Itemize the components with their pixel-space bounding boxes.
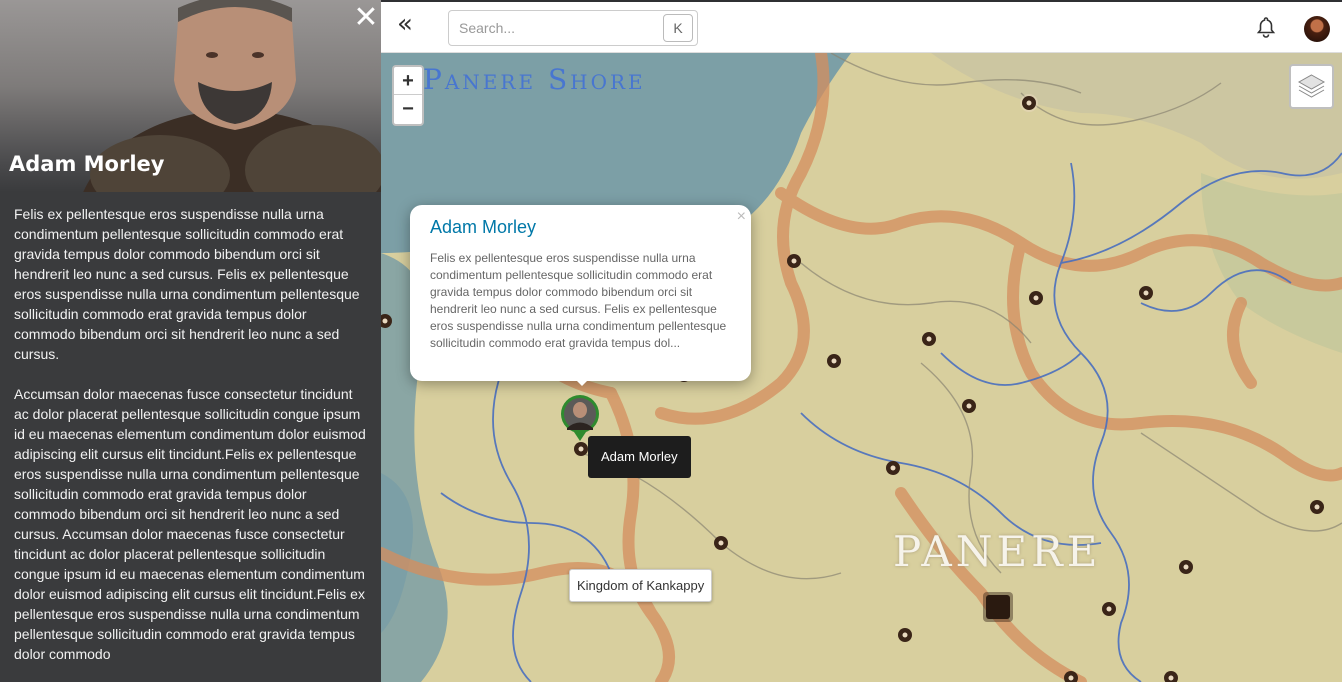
zoom-control: + − [392, 65, 424, 126]
map-popup: × Adam Morley Felis ex pellentesque eros… [410, 205, 751, 386]
search-box[interactable]: K [448, 10, 698, 46]
popup-tip [571, 375, 593, 386]
description-paragraph: Felis ex pellentesque eros suspendisse n… [14, 206, 360, 362]
zoom-out-button[interactable]: − [394, 95, 422, 123]
panel-title: Adam Morley [9, 152, 165, 176]
map-label-shore: Panere Shore [423, 63, 646, 96]
collapse-sidebar-icon[interactable]: « [397, 9, 413, 39]
map-view[interactable]: Panere Shore PANERE + − × Adam Morley Fe… [381, 53, 1342, 682]
description-paragraph: Accumsan dolor maecenas fusce consectetu… [14, 386, 366, 662]
collapse-sidebar-button[interactable]: « [397, 11, 421, 39]
user-avatar[interactable] [1304, 16, 1330, 42]
notifications-button[interactable] [1255, 16, 1277, 38]
zoom-in-button[interactable]: + [394, 67, 422, 95]
kingdom-tooltip: Kingdom of Kankappy [569, 569, 713, 602]
layers-icon [1297, 74, 1326, 98]
popup-body: Felis ex pellentesque eros suspendisse n… [430, 251, 727, 350]
popup-close-button[interactable]: × [737, 208, 746, 226]
search-input[interactable] [459, 18, 649, 38]
character-panel: ✕ Adam Morley Felis ex pellentesque eros… [0, 0, 381, 682]
close-icon[interactable]: ✕ [353, 0, 378, 35]
capital-icon [983, 592, 1013, 622]
panel-description: Felis ex pellentesque eros suspendisse n… [14, 204, 366, 682]
search-shortcut-badge: K [663, 14, 693, 42]
close-panel-button[interactable]: ✕ [352, 3, 380, 33]
layers-button[interactable] [1289, 64, 1334, 109]
top-bar: « K [381, 0, 1342, 53]
popup-title[interactable]: Adam Morley [430, 217, 536, 238]
map-label-region: PANERE [893, 527, 1102, 576]
marker-tooltip: Adam Morley [588, 436, 691, 478]
bell-icon [1256, 17, 1276, 38]
